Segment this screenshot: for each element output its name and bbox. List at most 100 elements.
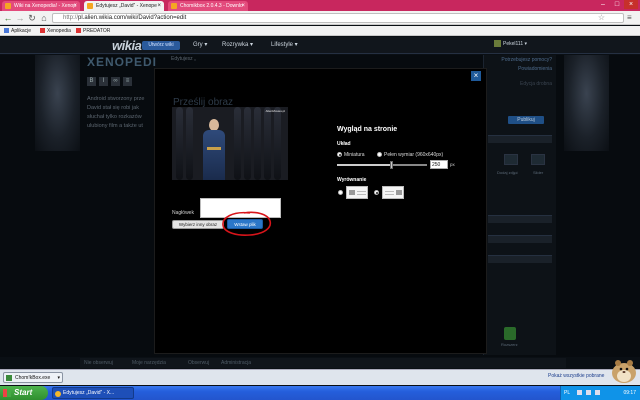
bookmark-star-icon[interactable]: ☆: [598, 14, 605, 22]
start-wiki-button[interactable]: Utwórz wiki: [142, 41, 180, 50]
align-right-radio[interactable]: [374, 190, 379, 195]
alien-artwork-right: [564, 55, 609, 151]
nav-entertainment[interactable]: Rozrywka ▾: [222, 41, 253, 50]
link-icon[interactable]: ∞: [111, 77, 120, 86]
caption-label: Nagłówek: [172, 210, 194, 216]
my-tools-link[interactable]: Moje narzędzia: [132, 358, 166, 368]
figure-belt: [207, 147, 221, 150]
forward-arrow-icon[interactable]: →: [15, 13, 25, 23]
tab-chomikbox[interactable]: Chomikbox 2.0.4.3 - Downlo ×: [168, 1, 248, 11]
rail-caption-photos: Dodaj zdjęć: [497, 170, 518, 175]
bookmark-label: PREDATOR: [83, 28, 111, 34]
download-item[interactable]: Chom!kBox.exe ▾: [3, 372, 63, 383]
predator-icon: [76, 28, 81, 33]
publish-button[interactable]: Publikuj: [508, 116, 544, 124]
help-link[interactable]: Potrzebujesz pomocy?: [501, 57, 552, 63]
volume-icon[interactable]: [586, 390, 591, 395]
close-icon[interactable]: ×: [73, 1, 77, 11]
follow-link[interactable]: Obserwuj: [188, 358, 209, 368]
notifications-link[interactable]: Powiadomienia: [518, 66, 552, 72]
width-unit: px: [450, 162, 455, 167]
align-left-radio[interactable]: [338, 190, 343, 195]
alien-artwork-left: [35, 55, 80, 151]
tray-app-icon[interactable]: [595, 390, 600, 395]
tab-edit-david[interactable]: Edytujesz „David” - Xenope ×: [84, 1, 164, 11]
chevron-down-icon[interactable]: ▾: [57, 373, 60, 383]
caption-input[interactable]: [200, 198, 281, 218]
image-block: [349, 190, 355, 195]
photo-watermark: AlienMovies.pl: [265, 109, 285, 113]
bold-icon[interactable]: B: [87, 77, 96, 86]
user-menu[interactable]: Pekel111 ▾: [494, 40, 527, 49]
wiki-logo: XENOPEDI: [87, 55, 158, 69]
thumbnail-label: Miniatura: [344, 152, 365, 158]
rail-section-header: [488, 235, 552, 243]
width-input[interactable]: 250: [430, 160, 448, 169]
thumbnail-radio[interactable]: [337, 152, 342, 157]
nav-lifestyle[interactable]: Lifestyle ▾: [271, 41, 298, 50]
minimize-button[interactable]: –: [596, 0, 610, 9]
back-arrow-icon[interactable]: ←: [3, 13, 13, 23]
wikia-logo[interactable]: wikia: [112, 38, 142, 53]
language-indicator[interactable]: PL: [564, 386, 570, 400]
tab-xenopedia-home[interactable]: Wiki na Xenopedia! - Xenop ×: [2, 1, 80, 11]
admin-link[interactable]: Administracja: [221, 358, 251, 368]
pillar-shape: [254, 107, 261, 180]
windows-logo-icon: [3, 389, 11, 397]
full-width-radio[interactable]: [377, 152, 382, 157]
pillar-shape: [274, 107, 281, 180]
tab-label: Chomikbox 2.0.4.3 - Downlo: [180, 3, 243, 9]
url-input[interactable]: http://pl.alien.wikia.com/wiki/David?act…: [52, 13, 624, 23]
slider-fill: [337, 164, 391, 166]
bookmark-predator[interactable]: PREDATOR: [76, 26, 110, 36]
reload-icon[interactable]: ↻: [27, 13, 37, 23]
show-all-downloads-link[interactable]: Pokaż wszystkie pobrane: [548, 373, 604, 379]
user-name: Pekel111 ▾: [503, 41, 528, 47]
start-button[interactable]: Start: [0, 386, 48, 400]
close-icon[interactable]: ×: [471, 71, 481, 81]
home-icon[interactable]: ⌂: [39, 13, 49, 23]
bookmarks-bar: Aplikacje Xenopedia PREDATOR: [0, 26, 640, 36]
bookmark-apps[interactable]: Aplikacje: [4, 26, 31, 36]
minor-edit-label: Edycja drobna: [520, 81, 552, 87]
downloads-bar: Chom!kBox.exe ▾ Pokaż wszystkie pobrane: [0, 369, 640, 385]
pillar-shape: [186, 107, 193, 180]
hamster-sticker: [612, 360, 636, 383]
bookmark-xenopedia[interactable]: Xenopedia: [40, 26, 71, 36]
full-width-label: Pełen wymiar (960x640px): [384, 152, 444, 158]
close-icon[interactable]: ×: [157, 1, 161, 11]
list-icon[interactable]: ≡: [123, 77, 132, 86]
text-line: [357, 191, 366, 192]
image-preview: AlienMovies.pl: [172, 107, 288, 180]
pillar-shape: [234, 107, 241, 180]
unwatch-link[interactable]: Nie obserwuj: [84, 358, 113, 368]
url-path: pl.alien.wikia.com/wiki/David?action=edi…: [78, 15, 187, 21]
editor-toolbar: B I ∞ ≡: [87, 77, 135, 88]
menu-icon[interactable]: ≡: [627, 13, 636, 22]
slider-handle[interactable]: [389, 161, 393, 169]
choose-other-image-button[interactable]: Wybierz inny obraz: [172, 220, 224, 229]
photo-thumb-icon[interactable]: [504, 154, 518, 165]
italic-icon[interactable]: I: [99, 77, 108, 86]
browser-tab-bar: Wiki na Xenopedia! - Xenop × Edytujesz „…: [0, 0, 640, 11]
pillar-shape: [244, 107, 251, 180]
insert-file-button[interactable]: Wstaw plik: [227, 219, 263, 229]
alignment-label: Wyrównanie: [337, 177, 367, 183]
tab-label: Wiki na Xenopedia! - Xenop: [14, 3, 76, 9]
window-close-button[interactable]: ×: [624, 0, 638, 9]
width-slider[interactable]: [337, 161, 427, 169]
slider-thumb-icon[interactable]: [531, 154, 545, 165]
close-icon[interactable]: ×: [241, 1, 245, 11]
align-right-icon[interactable]: [382, 186, 404, 199]
network-icon[interactable]: [577, 390, 582, 395]
edit-rail: Potrzebujesz pomocy? Powiadomienia Edycj…: [483, 55, 556, 355]
system-tray: PL 09:17: [560, 386, 640, 400]
chrome-icon: [55, 391, 61, 397]
taskbar-window-button[interactable]: Edytujesz „David” - X...: [52, 387, 134, 399]
maximize-button[interactable]: □: [610, 0, 624, 9]
align-left-icon[interactable]: [346, 186, 368, 199]
wikia-header: wikia Utwórz wiki Gry ▾ Rozrywka ▾ Lifes…: [0, 37, 640, 54]
nav-games[interactable]: Gry ▾: [193, 41, 207, 50]
appearance-title: Wygląd na stronie: [337, 126, 398, 133]
puzzle-icon[interactable]: [504, 327, 516, 340]
